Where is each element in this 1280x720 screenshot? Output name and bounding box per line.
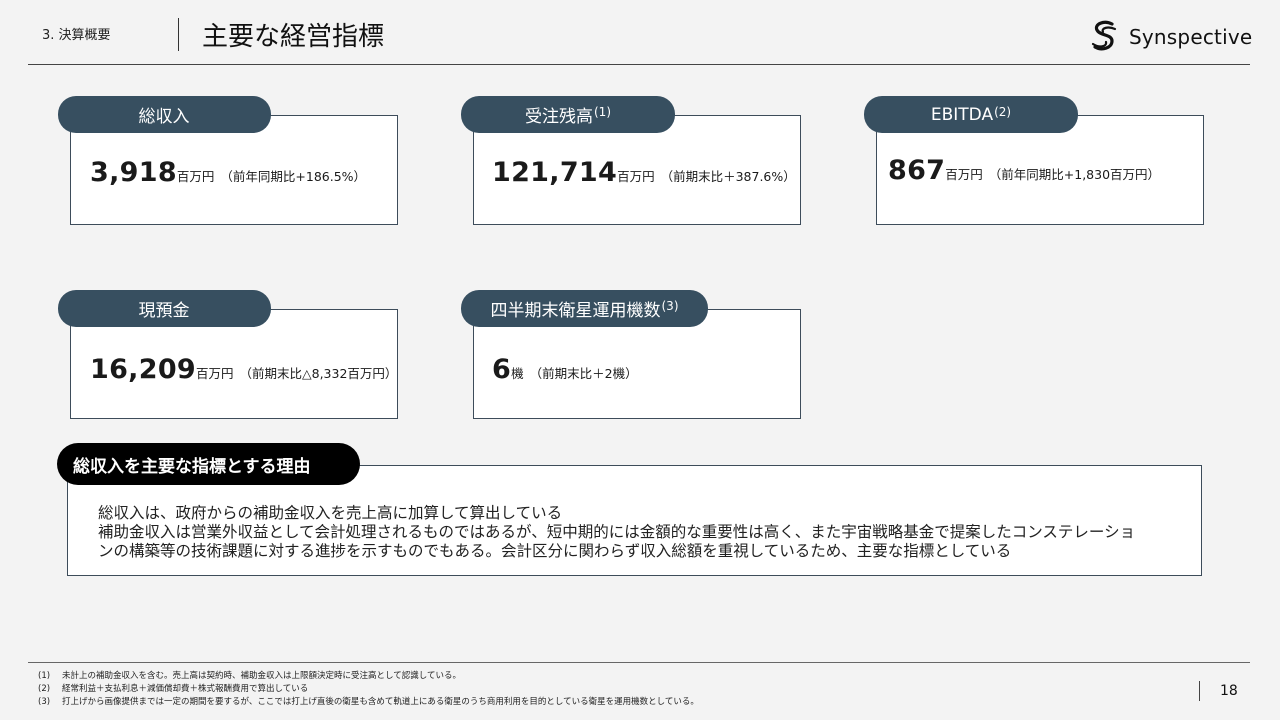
card-label-tab: 現預金	[58, 290, 271, 327]
footnote-mark: (2)	[38, 684, 51, 694]
card-value-unit: 百万円	[176, 169, 215, 184]
card-label: 受注残高	[525, 107, 593, 127]
footnote: (3) 打上げから画像提供までは一定の期間を要するが、ここでは打上げ直後の衛星も…	[38, 696, 699, 709]
logo-text: Synspective	[1129, 25, 1253, 49]
footnote: (2) 経常利益＋支払利息＋減価償却費＋株式報酬費用で算出している	[38, 683, 699, 696]
card-label: 総収入	[138, 107, 190, 127]
footnote: (1) 未計上の補助金収入を含む。売上高は契約時、補助金収入は上限額決定時に受注…	[38, 670, 699, 683]
reason-heading: 総収入を主要な指標とする理由	[57, 443, 360, 485]
card-value-number: 16,209	[90, 354, 196, 385]
footnote-mark: (1)	[38, 671, 51, 681]
card-label: EBITDA	[930, 104, 994, 125]
page-number-divider	[1199, 681, 1200, 701]
reason-line: 総収入は、政府からの補助金収入を売上高に加算して算出している	[98, 504, 563, 522]
card-value: 6 機 （前期末比＋2機）	[492, 354, 638, 385]
synspective-logo-icon	[1091, 20, 1117, 51]
page-title: 主要な経営指標	[202, 22, 385, 52]
card-value-unit: 百万円	[617, 169, 655, 184]
footnote-text: 未計上の補助金収入を含む。売上高は契約時、補助金収入は上限額決定時に受注高として…	[62, 671, 461, 681]
card-value-note: （前年同期比+186.5%）	[220, 169, 367, 184]
card-value-note: （前期末比＋387.6%）	[660, 169, 796, 184]
card-value-number: 121,714	[492, 157, 618, 188]
card-value-unit: 百万円	[196, 366, 234, 381]
card-label-tab: 四半期末衛星運用機数 (3)	[461, 290, 708, 327]
card-label-footnote: (1)	[594, 104, 611, 119]
card-label-footnote: (3)	[661, 298, 679, 313]
card-value-unit: 百万円	[945, 167, 983, 182]
card-label-tab: 総収入	[58, 96, 271, 133]
card-value-number: 867	[888, 155, 946, 186]
card-value: 121,714 百万円 （前期末比＋387.6%）	[492, 157, 796, 188]
card-label-footnote: (2)	[994, 104, 1012, 119]
card-value-note: （前期末比＋2機）	[529, 366, 638, 381]
card-value-number: 3,918	[90, 157, 177, 188]
footnote-mark: (3)	[38, 697, 51, 707]
footnote-text: 打上げから画像提供までは一定の期間を要するが、ここでは打上げ直後の衛星も含めて軌…	[62, 697, 699, 707]
reason-line: 補助金収入は営業外収益として会計処理されるものではあるが、短中期的には金額的な重…	[98, 523, 1136, 541]
header-rule	[28, 64, 1250, 65]
card-label: 現預金	[138, 301, 190, 321]
page-number: 18	[1220, 683, 1238, 699]
company-logo: Synspective	[1090, 20, 1252, 54]
card-value-number: 6	[492, 354, 512, 385]
card-label-tab: EBITDA (2)	[864, 96, 1078, 133]
card-value-note: （前年同期比+1,830百万円）	[988, 167, 1161, 182]
card-value: 3,918 百万円 （前年同期比+186.5%）	[90, 157, 366, 188]
footnote-text: 経常利益＋支払利息＋減価償却費＋株式報酬費用で算出している	[62, 684, 309, 694]
card-label-tab: 受注残高 (1)	[461, 96, 675, 133]
footer-rule	[28, 662, 1250, 663]
section-label: 3. 決算概要	[42, 28, 111, 43]
card-value: 16,209 百万円 （前期末比△8,332百万円）	[90, 354, 397, 385]
card-value-unit: 機	[511, 366, 524, 381]
reason-text: 総収入は、政府からの補助金収入を売上高に加算して算出している 補助金収入は営業外…	[98, 504, 1178, 561]
card-value-note: （前期末比△8,332百万円）	[239, 366, 398, 381]
title-divider	[178, 18, 179, 51]
footnotes: (1) 未計上の補助金収入を含む。売上高は契約時、補助金収入は上限額決定時に受注…	[38, 670, 699, 709]
card-value: 867 百万円 （前年同期比+1,830百万円）	[888, 155, 1160, 186]
card-label: 四半期末衛星運用機数	[490, 301, 661, 321]
reason-line: ンの構築等の技術課題に対する進捗を示すものでもある。会計区分に関わらず収入総額を…	[98, 542, 1012, 560]
